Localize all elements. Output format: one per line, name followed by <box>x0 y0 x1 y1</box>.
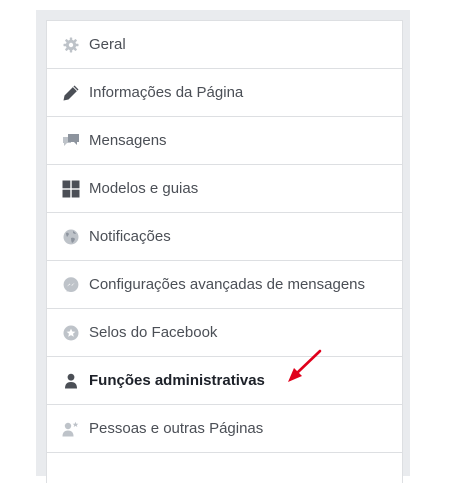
messenger-icon <box>62 276 80 294</box>
menu-item-label: Pessoas e outras Páginas <box>89 420 264 437</box>
menu-item-label: Mensagens <box>89 132 167 149</box>
pencil-icon <box>62 84 80 102</box>
globe-icon <box>62 228 80 246</box>
badge-icon <box>62 324 80 342</box>
menu-item-selos-do-facebook[interactable]: Selos do Facebook <box>47 309 402 357</box>
menu-item-label: Configurações avançadas de mensagens <box>89 276 366 293</box>
menu-item-partial[interactable] <box>47 453 402 483</box>
menu-item-label: Selos do Facebook <box>89 324 218 341</box>
menu-item-label: Informações da Página <box>89 84 244 101</box>
grid-icon <box>62 180 80 198</box>
menu-item-geral[interactable]: Geral <box>47 21 402 69</box>
person-star-icon <box>62 420 80 438</box>
menu-item-informacoes-da-pagina[interactable]: Informações da Página <box>47 69 402 117</box>
person-icon <box>62 372 80 390</box>
menu-item-modelos-e-guias[interactable]: Modelos e guias <box>47 165 402 213</box>
gear-icon <box>62 36 80 54</box>
chat-bubbles-icon <box>62 132 80 150</box>
menu-item-configuracoes-avancadas-de-mensagens[interactable]: Configurações avançadas de mensagens <box>47 261 402 309</box>
menu-item-notificacoes[interactable]: Notificações <box>47 213 402 261</box>
settings-menu: Geral Informações da Página Mensagens Mo… <box>46 20 403 483</box>
menu-item-mensagens[interactable]: Mensagens <box>47 117 402 165</box>
settings-sidebar-panel: Geral Informações da Página Mensagens Mo… <box>36 10 410 483</box>
menu-item-label: Modelos e guias <box>89 180 199 197</box>
menu-item-pessoas-e-outras-paginas[interactable]: Pessoas e outras Páginas <box>47 405 402 453</box>
menu-item-funcoes-administrativas[interactable]: Funções administrativas <box>47 349 402 405</box>
menu-item-label: Geral <box>89 36 126 53</box>
menu-item-label: Funções administrativas <box>89 372 265 389</box>
menu-item-label: Notificações <box>89 228 171 245</box>
